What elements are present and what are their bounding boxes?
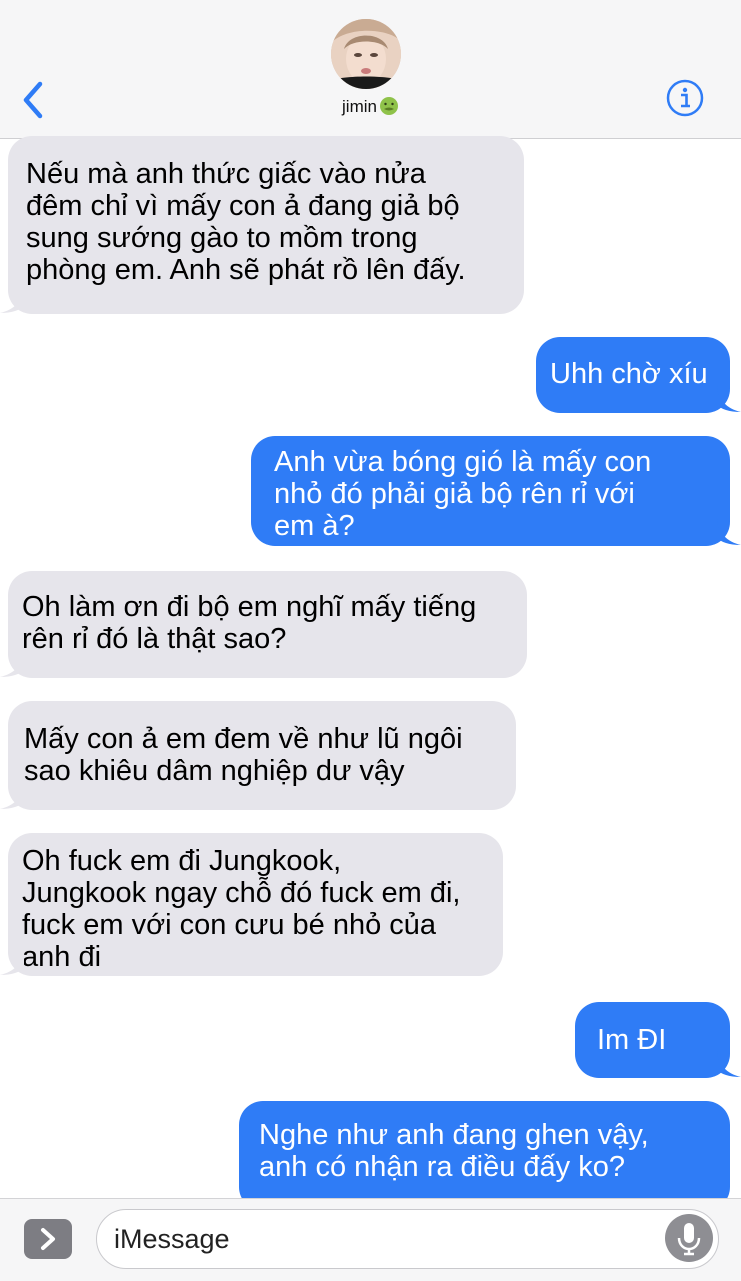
- message-bubble-sent[interactable]: Nghe như anh đang ghen vậy, anh có nhận …: [239, 1101, 730, 1211]
- microphone-button[interactable]: [665, 1214, 713, 1262]
- bubble-tail: [0, 948, 24, 975]
- message-text: Oh làm ơn đi bộ em nghĩ mấy tiếng rên rỉ…: [22, 591, 477, 655]
- contact-name: jimin: [342, 97, 377, 116]
- bubble-tail: [0, 782, 24, 809]
- info-icon: [666, 79, 704, 117]
- compose-bar: iMessage: [0, 1198, 741, 1281]
- message-text: Nếu mà anh thức giấc vào nửa đêm chỉ vì …: [26, 158, 466, 286]
- message-bubble-sent[interactable]: Anh vừa bóng gió là mấy con nhỏ đó phải …: [251, 436, 730, 546]
- bubble-tail: [0, 650, 24, 677]
- message-bubble-sent[interactable]: Im ĐI: [575, 1002, 730, 1078]
- message-text: Oh fuck em đi Jungkook, Jungkook ngay ch…: [22, 845, 461, 973]
- message-bubble-received[interactable]: Oh làm ơn đi bộ em nghĩ mấy tiếng rên rỉ…: [8, 571, 527, 678]
- message-input[interactable]: iMessage: [96, 1209, 719, 1269]
- bubble-tail: [0, 286, 24, 313]
- message-bubble-received[interactable]: Nếu mà anh thức giấc vào nửa đêm chỉ vì …: [8, 136, 524, 314]
- avatar[interactable]: [331, 19, 401, 89]
- message-bubble-sent[interactable]: Uhh chờ xíu: [536, 337, 730, 413]
- message-input-placeholder: iMessage: [114, 1224, 230, 1254]
- message-bubble-received[interactable]: Mấy con ả em đem về như lũ ngôi sao khiê…: [8, 701, 516, 810]
- message-bubble-received[interactable]: Oh fuck em đi Jungkook, Jungkook ngay ch…: [8, 833, 503, 976]
- message-text: Anh vừa bóng gió là mấy con nhỏ đó phải …: [274, 446, 652, 542]
- nauseated-face-icon: [379, 97, 398, 115]
- message-text: Mấy con ả em đem về như lũ ngôi sao khiê…: [24, 723, 463, 787]
- apps-button[interactable]: [24, 1219, 72, 1259]
- bubble-tail: [717, 518, 741, 545]
- conversation-header: jimin: [0, 0, 741, 139]
- microphone-icon: [677, 1223, 701, 1256]
- contact-name-row[interactable]: jimin: [0, 96, 741, 117]
- chevron-right-icon: [41, 1228, 55, 1250]
- message-text: Nghe như anh đang ghen vậy, anh có nhận …: [259, 1119, 649, 1183]
- info-button[interactable]: [666, 79, 704, 117]
- message-text: Uhh chờ xíu: [550, 358, 708, 390]
- bubble-tail: [717, 1050, 741, 1077]
- message-text: Im ĐI: [597, 1024, 667, 1056]
- avatar-photo: [331, 19, 401, 89]
- bubble-tail: [717, 385, 741, 412]
